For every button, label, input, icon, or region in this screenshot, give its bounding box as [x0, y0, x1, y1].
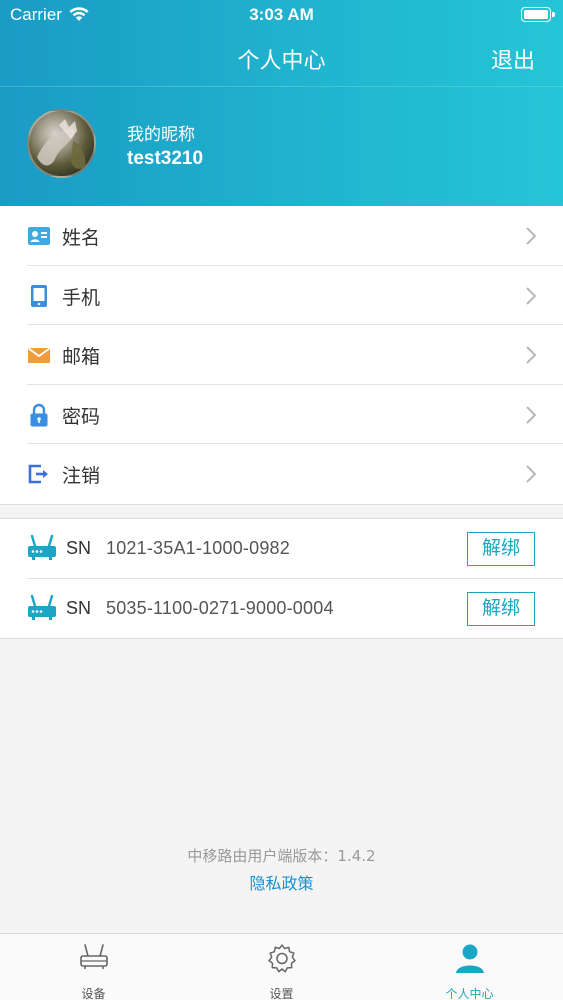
nickname-value: test3210 — [127, 148, 204, 169]
tab-devices[interactable]: 设备 — [0, 934, 187, 1000]
list-item: SN 1021-35A1-1000-0982 解绑 — [0, 519, 563, 579]
status-bar: Carrier 3:03 AM — [0, 0, 563, 30]
menu-item-name[interactable]: 姓名 — [0, 206, 563, 266]
chevron-right-icon — [525, 405, 537, 429]
avatar[interactable] — [27, 109, 96, 178]
sn-label: SN — [66, 538, 92, 558]
sn-label: SN — [66, 597, 92, 618]
version-text: 中移路由用户端版本：1.4.2 — [187, 847, 376, 865]
device-list: SN 1021-35A1-1000-0982 解绑 SN 5035-1100-0… — [0, 518, 563, 639]
menu-item-password[interactable]: 密码 — [0, 385, 563, 445]
tab-profile[interactable]: 个人中心 — [376, 934, 563, 1000]
chevron-right-icon — [525, 226, 537, 250]
menu-label: 姓名 — [62, 227, 101, 249]
menu-item-phone[interactable]: 手机 — [0, 266, 563, 326]
clock: 3:03 AM — [249, 5, 314, 24]
menu-label: 密码 — [62, 405, 101, 428]
chevron-right-icon — [525, 286, 537, 310]
sn-value: 5035-1100-0271-9000-0004 — [106, 597, 334, 618]
menu-item-deregister[interactable]: 注销 — [0, 444, 563, 504]
tab-bar: 设备 设置 个人中心 — [0, 933, 563, 1000]
sn-value: 1021-35A1-1000-0982 — [106, 538, 290, 558]
battery-icon — [521, 7, 555, 22]
nickname-label: 我的昵称 — [127, 125, 195, 145]
router-icon — [79, 943, 109, 975]
list-item: SN 5035-1100-0271-9000-0004 解绑 — [0, 579, 563, 639]
logout-icon — [27, 462, 51, 486]
chevron-right-icon — [525, 464, 537, 488]
nav-bar: 个人中心 退出 — [0, 30, 563, 87]
tab-label: 设备 — [81, 987, 106, 1000]
tab-label: 个人中心 — [445, 987, 494, 1000]
profile-summary[interactable]: 我的昵称 test3210 — [0, 88, 563, 206]
mail-icon — [27, 343, 51, 367]
profile-header: Carrier 3:03 AM 个人中心 退出 我的昵称 test3210 — [0, 0, 563, 206]
phone-icon — [27, 284, 51, 308]
menu-label: 注销 — [62, 465, 101, 488]
gear-icon — [267, 943, 297, 977]
tab-label: 设置 — [269, 987, 294, 1000]
page-title: 个人中心 — [237, 49, 326, 74]
unbind-button[interactable]: 解绑 — [467, 591, 535, 626]
menu-label: 邮箱 — [62, 346, 101, 369]
lock-icon — [27, 403, 51, 427]
router-icon — [27, 534, 57, 566]
menu-label: 手机 — [62, 286, 101, 309]
chevron-right-icon — [525, 345, 537, 369]
tab-settings[interactable]: 设置 — [188, 934, 375, 1000]
privacy-policy-link[interactable]: 隐私政策 — [0, 870, 563, 894]
menu-item-email[interactable]: 邮箱 — [0, 325, 563, 385]
router-icon — [27, 594, 57, 626]
id-card-icon — [27, 224, 51, 248]
logout-button[interactable]: 退出 — [491, 43, 535, 75]
unbind-button[interactable]: 解绑 — [467, 532, 535, 566]
person-icon — [455, 943, 485, 977]
account-menu: 姓名 手机 邮箱 密码 注销 — [0, 206, 563, 505]
